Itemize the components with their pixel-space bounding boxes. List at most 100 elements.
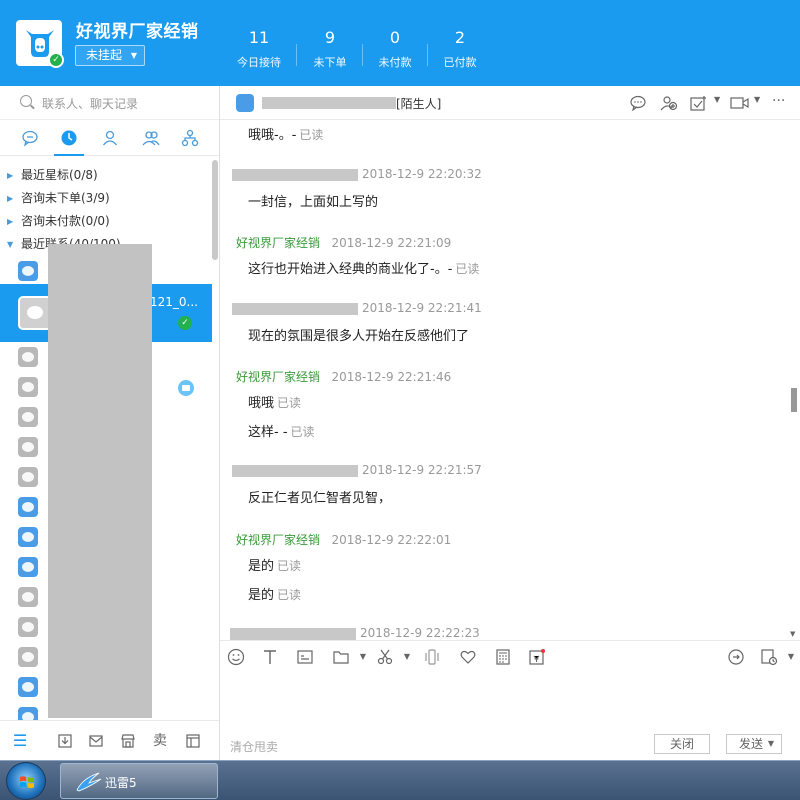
sidebar-tabs xyxy=(0,120,219,156)
sell-icon[interactable]: 卖 xyxy=(152,733,168,749)
message-sender: 好视界厂家经销 xyxy=(236,533,321,547)
tab-contacts[interactable] xyxy=(100,128,120,148)
menu-icon[interactable]: ☰ xyxy=(12,733,28,749)
redacted-region xyxy=(48,244,152,718)
person-icon xyxy=(102,130,118,146)
group-label: 咨询未下单(3/9) xyxy=(21,191,110,205)
unread-mail-icon xyxy=(178,380,194,396)
quick-reply-icon[interactable] xyxy=(727,648,745,666)
stat-value: 11 xyxy=(248,28,270,47)
group-not-ordered[interactable]: ▶ 咨询未下单(3/9) xyxy=(0,187,212,210)
search-input[interactable]: 联系人、聊天记录 xyxy=(42,95,138,112)
taskbar-item-thunder[interactable]: 迅雷5 xyxy=(60,763,218,799)
task-add-icon[interactable] xyxy=(690,95,708,111)
shake-icon[interactable] xyxy=(423,648,441,666)
redacted-region xyxy=(232,168,358,181)
chevron-down-icon[interactable]: ▼ xyxy=(782,648,800,666)
message-scrollbar[interactable]: ▼ xyxy=(790,120,800,640)
chevron-down-icon[interactable]: ▼ xyxy=(398,648,416,666)
group-unpaid[interactable]: ▶ 咨询未付款(0/0) xyxy=(0,210,212,233)
windows-taskbar: 迅雷5 xyxy=(0,760,800,800)
close-button[interactable]: 关闭 xyxy=(654,734,710,754)
download-icon[interactable] xyxy=(57,733,73,749)
stat-label: 未下单 xyxy=(313,56,347,69)
chevron-down-icon: ▼ xyxy=(130,51,137,60)
group-label: 咨询未付款(0/0) xyxy=(21,214,110,228)
group-starred[interactable]: ▶ 最近星标(0/8) xyxy=(0,164,212,187)
caret-right-icon: ▶ xyxy=(7,171,14,180)
tab-recent[interactable] xyxy=(54,128,84,156)
stat-not-ordered[interactable]: 9 未下单 xyxy=(298,28,362,70)
message-header: 好视界厂家经销 2018-12-9 22:21:46 xyxy=(236,368,451,385)
avatar xyxy=(18,557,38,577)
message-header: 好视界厂家经销 2018-12-9 22:22:01 xyxy=(236,531,451,548)
start-button[interactable] xyxy=(6,762,46,800)
group-icon xyxy=(142,131,160,146)
read-status: 已读 xyxy=(277,559,302,573)
search-bar[interactable]: 联系人、聊天记录 xyxy=(0,86,219,120)
tab-groups[interactable] xyxy=(141,128,161,148)
message-time: 2018-12-9 22:21:09 xyxy=(331,236,452,250)
scroll-down-icon[interactable]: ▼ xyxy=(790,630,795,638)
message-record-icon[interactable] xyxy=(760,648,778,666)
stat-paid[interactable]: 2 已付款 xyxy=(428,28,492,70)
more-icon[interactable]: ··· xyxy=(772,94,790,111)
chat-history-icon[interactable] xyxy=(630,95,648,112)
redacted-region xyxy=(230,627,356,640)
status-dropdown[interactable]: 未挂起 ▼ xyxy=(75,45,145,66)
message-input[interactable]: 清仓甩卖 关闭 发送 ▼ xyxy=(220,672,800,760)
taskbar-item-label: 迅雷5 xyxy=(105,776,137,790)
scrollbar-thumb[interactable] xyxy=(791,388,797,412)
message-header: 2018-12-9 22:22:23 xyxy=(230,626,480,640)
input-toolbar: ▼ ▼ ▼ xyxy=(220,640,800,672)
message-time: 2018-12-9 22:22:01 xyxy=(331,533,452,547)
emoji-icon[interactable] xyxy=(227,648,245,666)
read-status: 已读 xyxy=(290,425,315,439)
stat-label: 今日接待 xyxy=(237,56,281,69)
mail-icon[interactable] xyxy=(88,733,104,749)
message-time: 2018-12-9 22:22:23 xyxy=(360,626,480,640)
avatar xyxy=(18,261,38,281)
verified-check-icon: ✓ xyxy=(48,52,64,68)
shop-icon[interactable] xyxy=(120,733,136,749)
send-button[interactable]: 发送 ▼ xyxy=(726,734,782,754)
chat-bubble-icon xyxy=(22,130,38,147)
folder-icon[interactable] xyxy=(332,648,350,666)
heart-icon[interactable] xyxy=(459,648,477,666)
chevron-down-icon[interactable]: ▼ xyxy=(754,95,772,111)
tab-messages[interactable] xyxy=(20,128,40,148)
avatar xyxy=(18,497,38,517)
avatar xyxy=(18,467,38,487)
contact-name: 121_0... xyxy=(150,295,198,309)
sidebar-scrollbar[interactable] xyxy=(212,160,218,260)
online-check-icon: ✓ xyxy=(178,316,192,330)
window-icon[interactable] xyxy=(185,733,201,749)
message-header: 2018-12-9 22:21:41 xyxy=(232,301,482,315)
chevron-down-icon[interactable]: ▼ xyxy=(354,648,372,666)
caret-down-icon: ▼ xyxy=(7,240,14,249)
message-sender: 好视界厂家经销 xyxy=(236,236,321,250)
calculator-icon[interactable] xyxy=(494,648,512,666)
avatar xyxy=(18,407,38,427)
font-icon[interactable] xyxy=(261,648,279,666)
scissors-icon[interactable] xyxy=(376,648,394,666)
screenshot-icon[interactable] xyxy=(296,648,314,666)
message-list: 哦哦-。- 已读 2018-12-9 22:20:32 一封信，上面如上写的 好视… xyxy=(220,120,790,640)
tab-organization[interactable] xyxy=(180,128,200,148)
stat-label: 已付款 xyxy=(443,56,477,69)
add-contact-icon[interactable] xyxy=(660,95,678,111)
stat-today-received[interactable]: 11 今日接待 xyxy=(227,28,291,70)
message-text: 是的 已读 xyxy=(248,588,302,603)
stat-unpaid[interactable]: 0 未付款 xyxy=(363,28,427,70)
avatar xyxy=(18,677,38,697)
avatar xyxy=(236,94,254,112)
video-call-icon[interactable] xyxy=(730,95,749,111)
avatar xyxy=(18,587,38,607)
shop-logo[interactable]: ✓ xyxy=(16,20,64,68)
message-text: 这行也开始进入经典的商业化了-。- 已读 xyxy=(248,262,480,277)
send-label: 发送 xyxy=(739,737,764,751)
stat-value: 9 xyxy=(324,28,336,47)
chevron-down-icon[interactable]: ▼ xyxy=(768,735,774,753)
read-status: 已读 xyxy=(455,262,480,276)
coupon-icon[interactable] xyxy=(528,648,546,666)
